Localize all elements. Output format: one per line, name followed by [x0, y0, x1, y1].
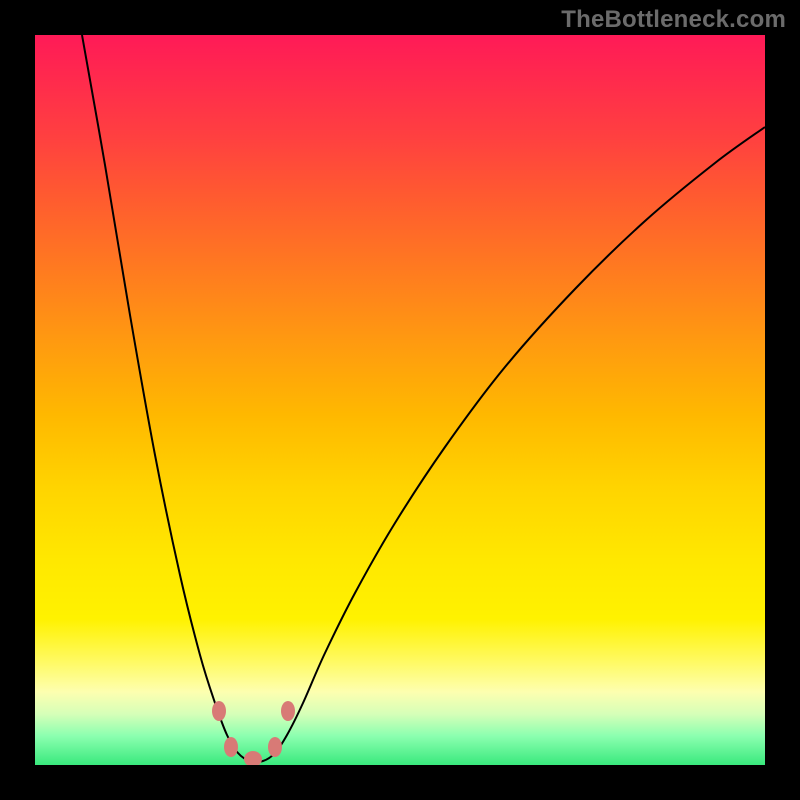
curve-marker — [244, 751, 262, 765]
curve-marker — [268, 737, 282, 757]
curve-marker — [281, 701, 295, 721]
bottleneck-curve — [82, 35, 765, 762]
watermark-text: TheBottleneck.com — [561, 6, 786, 34]
curve-markers — [212, 701, 295, 765]
curve-marker — [212, 701, 226, 721]
chart-frame: TheBottleneck.com — [0, 0, 800, 800]
chart-svg — [35, 35, 765, 765]
chart-plot-area — [35, 35, 765, 765]
curve-marker — [224, 737, 238, 757]
